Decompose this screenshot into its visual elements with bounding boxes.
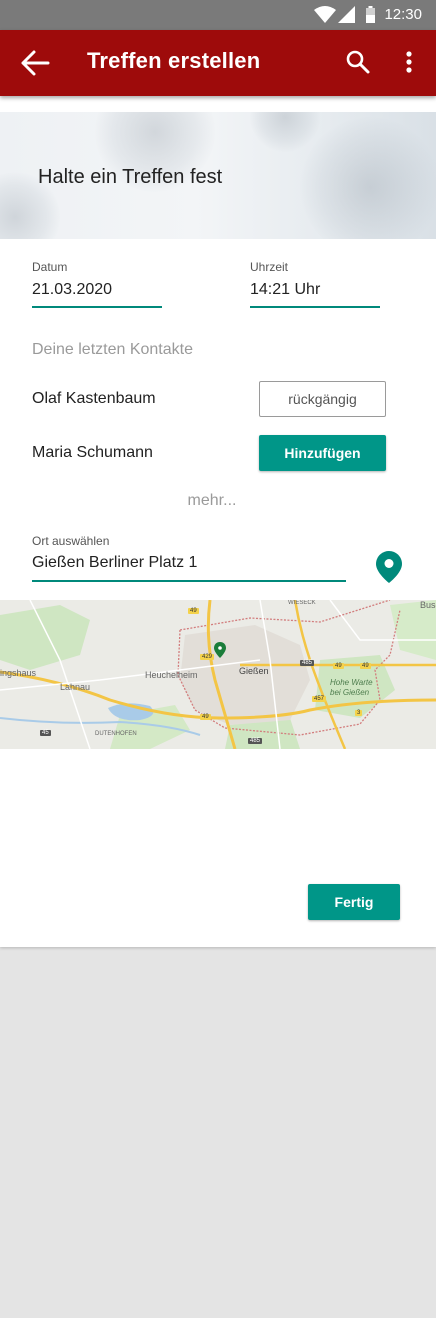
road-shield: 49 <box>188 608 199 614</box>
map-label-busec: Buse <box>420 600 436 610</box>
search-icon[interactable] <box>345 49 371 75</box>
road-shield: 485 <box>248 738 263 744</box>
map-label-wieseck: WIESECK <box>288 600 316 606</box>
road-shield: 429 <box>200 654 215 660</box>
app-bar: Treffen erstellen <box>0 30 436 96</box>
date-value[interactable]: 21.03.2020 <box>32 281 112 299</box>
time-label: Uhrzeit <box>250 260 289 274</box>
virus-decoration <box>300 117 436 239</box>
more-vert-icon[interactable] <box>398 49 420 77</box>
add-contact-button[interactable]: Hinzufügen <box>259 435 386 471</box>
map-graphic <box>0 600 436 749</box>
contact-name: Olaf Kastenbaum <box>32 390 156 407</box>
virus-decoration <box>250 112 320 152</box>
done-button[interactable]: Fertig <box>308 884 400 920</box>
status-bar: 12:30 <box>0 0 436 30</box>
map-preview[interactable]: Gießen Heuchelheim Lahnau Hohe Warte bei… <box>0 600 436 749</box>
arrow-back-icon[interactable] <box>20 49 50 77</box>
map-label-dutenhofen: DUTENHOFEN <box>95 731 137 737</box>
page-title: Treffen erstellen <box>87 48 261 73</box>
location-underline <box>32 580 346 582</box>
hero-title: Halte ein Treffen fest <box>38 166 223 188</box>
battery-icon <box>366 6 375 23</box>
map-label-ingshausen: ingshaus <box>0 668 37 678</box>
location-input[interactable]: Gießen Berliner Platz 1 <box>32 554 197 572</box>
map-label-lahnau: Lahnau <box>60 682 91 692</box>
time-underline <box>250 306 380 308</box>
map-label-heuchelheim: Heuchelheim <box>145 670 198 680</box>
map-label-giessen: Gießen <box>239 666 269 676</box>
road-shield: 457 <box>312 696 327 702</box>
road-shield: 485 <box>300 660 315 666</box>
date-label: Datum <box>32 260 68 274</box>
cell-signal-icon <box>338 6 355 23</box>
time-value[interactable]: 14:21 Uhr <box>250 281 320 299</box>
undo-button[interactable]: rückgängig <box>259 381 386 417</box>
road-shield: 49 <box>333 663 344 669</box>
map-label-hohe-warte: Hohe Warte bei Gießen <box>330 678 373 697</box>
date-underline <box>32 306 162 308</box>
road-shield: 49 <box>360 663 371 669</box>
road-shield: 3 <box>355 710 363 716</box>
wifi-icon <box>314 6 336 23</box>
contacts-section-title: Deine letzten Kontakte <box>32 341 193 358</box>
road-shield: 49 <box>200 714 211 720</box>
location-label: Ort auswählen <box>32 534 110 548</box>
more-contacts-link[interactable]: mehr... <box>0 492 424 510</box>
hero-banner: Halte ein Treffen fest <box>0 112 436 239</box>
road-shield: 45 <box>40 730 51 736</box>
location-pin-icon[interactable] <box>376 551 402 583</box>
contact-name: Maria Schumann <box>32 444 153 461</box>
status-time: 12:30 <box>384 6 422 23</box>
